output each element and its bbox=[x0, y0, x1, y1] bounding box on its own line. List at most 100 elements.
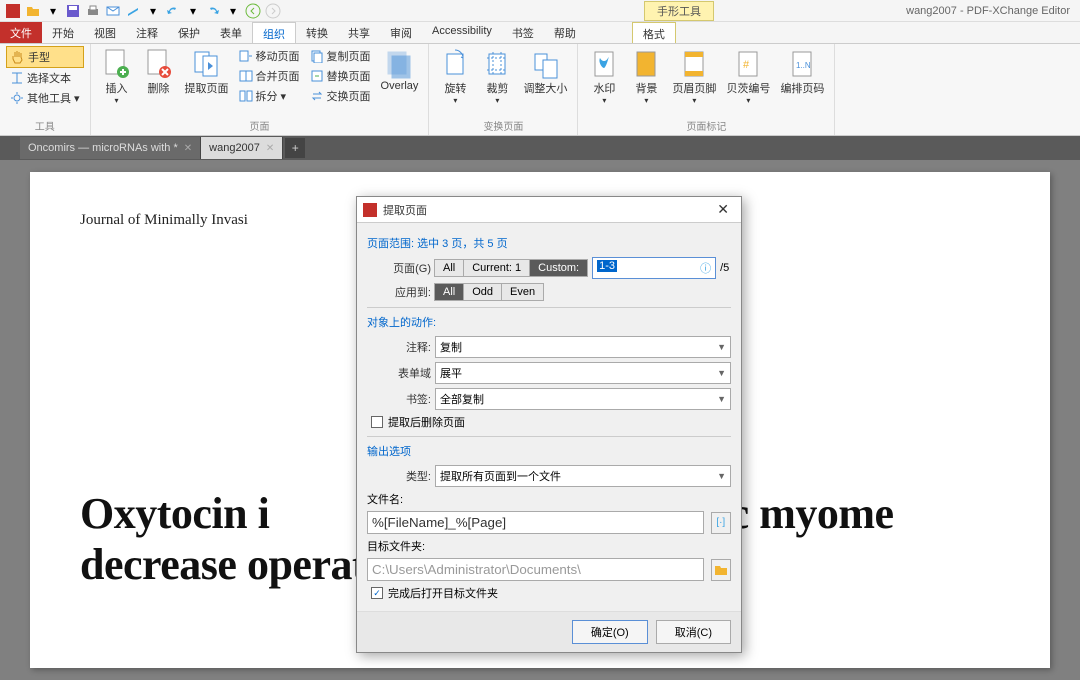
swap-page-button[interactable]: 交换页面 bbox=[306, 86, 375, 106]
extract-pages-dialog: 提取页面 ✕ 页面范围: 选中 3 页，共 5 页 页面(G) All Curr… bbox=[356, 196, 742, 653]
filename-input[interactable] bbox=[367, 511, 704, 534]
delete-page-button[interactable]: 删除 bbox=[139, 46, 179, 98]
dropdown-icon[interactable]: ▾ bbox=[144, 2, 162, 20]
other-tools-button[interactable]: 其他工具 ▾ bbox=[6, 88, 84, 108]
hand-tool-button[interactable]: 手型 bbox=[6, 46, 84, 68]
tab-bookmarks[interactable]: 书签 bbox=[502, 22, 544, 43]
redo-icon[interactable] bbox=[204, 2, 222, 20]
page-extract-icon bbox=[191, 48, 223, 80]
merge-page-button[interactable]: 合并页面 bbox=[235, 66, 304, 86]
label-type: 类型: bbox=[367, 468, 431, 484]
range-current-option[interactable]: Current: 1 bbox=[463, 259, 530, 277]
gear-icon bbox=[10, 91, 24, 105]
filename-macro-button[interactable]: [·] bbox=[711, 512, 731, 534]
delete-after-checkbox[interactable]: 提取后删除页面 bbox=[371, 414, 731, 430]
doc-tab-2[interactable]: wang2007✕ bbox=[201, 137, 283, 159]
open-icon[interactable] bbox=[24, 2, 42, 20]
tab-start[interactable]: 开始 bbox=[42, 22, 84, 43]
tab-organize[interactable]: 组织 bbox=[252, 22, 296, 43]
add-tab-button[interactable]: + bbox=[285, 138, 305, 158]
insert-page-button[interactable]: 插入▾ bbox=[97, 46, 137, 107]
move-page-button[interactable]: 移动页面 bbox=[235, 46, 304, 66]
tab-format[interactable]: 格式 bbox=[632, 22, 676, 43]
tab-share[interactable]: 共享 bbox=[338, 22, 380, 43]
resize-button[interactable]: 调整大小 bbox=[519, 46, 571, 98]
ribbon: 手型 选择文本 其他工具 ▾ 工具 插入▾ 删除 提取页面 移动页面 合并页面 … bbox=[0, 44, 1080, 136]
folder-input[interactable] bbox=[367, 558, 704, 581]
tab-view[interactable]: 视图 bbox=[84, 22, 126, 43]
ribbon-group-marks: 水印▾ 背景▾ 页眉页脚▾ #贝茨编号▾ 1..N编排页码 页面标记 bbox=[578, 44, 835, 135]
apply-segment: All Odd Even bbox=[435, 283, 544, 301]
range-all-option[interactable]: All bbox=[434, 259, 464, 277]
chevron-down-icon: ▼ bbox=[717, 394, 726, 404]
section-actions: 对象上的动作: bbox=[367, 314, 731, 330]
label-page: 页面(G) bbox=[367, 260, 431, 276]
group-label-marks: 页面标记 bbox=[584, 116, 828, 135]
type-combo[interactable]: 提取所有页面到一个文件▼ bbox=[435, 465, 731, 487]
tab-review[interactable]: 审阅 bbox=[380, 22, 422, 43]
label-comments: 注释: bbox=[367, 339, 431, 355]
bates-button[interactable]: #贝茨编号▾ bbox=[722, 46, 774, 107]
extract-page-button[interactable]: 提取页面 bbox=[181, 46, 233, 98]
undo-icon[interactable] bbox=[164, 2, 182, 20]
crop-icon bbox=[481, 48, 513, 80]
nav-back-icon[interactable] bbox=[244, 2, 262, 20]
doc-tab-1[interactable]: Oncomirs — microRNAs with *✕ bbox=[20, 137, 201, 159]
page-range-input[interactable]: 1-3ⓘ bbox=[592, 257, 716, 279]
dialog-titlebar[interactable]: 提取页面 ✕ bbox=[357, 197, 741, 223]
open-after-checkbox[interactable]: ✓完成后打开目标文件夹 bbox=[371, 585, 731, 601]
dialog-title: 提取页面 bbox=[383, 202, 711, 218]
split-page-button[interactable]: 拆分 ▾ bbox=[235, 86, 304, 106]
tab-help[interactable]: 帮助 bbox=[544, 22, 586, 43]
replace-page-button[interactable]: 替换页面 bbox=[306, 66, 375, 86]
apply-all-option[interactable]: All bbox=[434, 283, 464, 301]
dropdown-icon[interactable]: ▾ bbox=[184, 2, 202, 20]
close-icon[interactable]: ✕ bbox=[184, 143, 192, 154]
page-copy-icon bbox=[310, 49, 324, 63]
page-total: /5 bbox=[720, 262, 729, 274]
scan-icon[interactable] bbox=[124, 2, 142, 20]
nav-fwd-icon[interactable] bbox=[264, 2, 282, 20]
context-tab-label: 手形工具 bbox=[644, 1, 714, 21]
watermark-button[interactable]: 水印▾ bbox=[584, 46, 624, 107]
print-icon[interactable] bbox=[84, 2, 102, 20]
page-number-button[interactable]: 1..N编排页码 bbox=[776, 46, 828, 98]
hand-icon bbox=[11, 50, 25, 64]
background-button[interactable]: 背景▾ bbox=[626, 46, 666, 107]
page-number-icon: 1..N bbox=[786, 48, 818, 80]
dialog-buttons: 确定(O) 取消(C) bbox=[357, 611, 741, 652]
select-text-button[interactable]: 选择文本 bbox=[6, 68, 84, 88]
info-icon[interactable]: ⓘ bbox=[700, 260, 711, 276]
tab-annotate[interactable]: 注释 bbox=[126, 22, 168, 43]
browse-folder-button[interactable] bbox=[711, 559, 731, 581]
dropdown-icon[interactable]: ▾ bbox=[44, 2, 62, 20]
dropdown-icon[interactable]: ▾ bbox=[224, 2, 242, 20]
header-footer-button[interactable]: 页眉页脚▾ bbox=[668, 46, 720, 107]
comments-combo[interactable]: 复制▼ bbox=[435, 336, 731, 358]
tab-convert[interactable]: 转换 bbox=[296, 22, 338, 43]
tab-file[interactable]: 文件 bbox=[0, 22, 42, 43]
chevron-down-icon: ▼ bbox=[717, 471, 726, 481]
overlay-button[interactable]: Overlay bbox=[377, 46, 423, 94]
label-bookmarks: 书签: bbox=[367, 391, 431, 407]
copy-page-button[interactable]: 复制页面 bbox=[306, 46, 375, 66]
tab-accessibility[interactable]: Accessibility bbox=[422, 22, 502, 43]
apply-even-option[interactable]: Even bbox=[501, 283, 544, 301]
tab-protect[interactable]: 保护 bbox=[168, 22, 210, 43]
email-icon[interactable] bbox=[104, 2, 122, 20]
close-icon[interactable]: ✕ bbox=[266, 143, 274, 154]
tab-forms[interactable]: 表单 bbox=[210, 22, 252, 43]
crop-button[interactable]: 裁剪▾ bbox=[477, 46, 517, 107]
ok-button[interactable]: 确定(O) bbox=[572, 620, 648, 644]
close-button[interactable]: ✕ bbox=[711, 201, 735, 218]
rotate-button[interactable]: 旋转▾ bbox=[435, 46, 475, 107]
bookmarks-combo[interactable]: 全部复制▼ bbox=[435, 388, 731, 410]
cancel-button[interactable]: 取消(C) bbox=[656, 620, 731, 644]
range-custom-option[interactable]: Custom: bbox=[529, 259, 588, 277]
save-icon[interactable] bbox=[64, 2, 82, 20]
folder-icon bbox=[714, 564, 728, 576]
text-select-icon bbox=[10, 71, 24, 85]
apply-odd-option[interactable]: Odd bbox=[463, 283, 502, 301]
forms-combo[interactable]: 展平▼ bbox=[435, 362, 731, 384]
label-forms: 表单域 bbox=[367, 365, 431, 381]
